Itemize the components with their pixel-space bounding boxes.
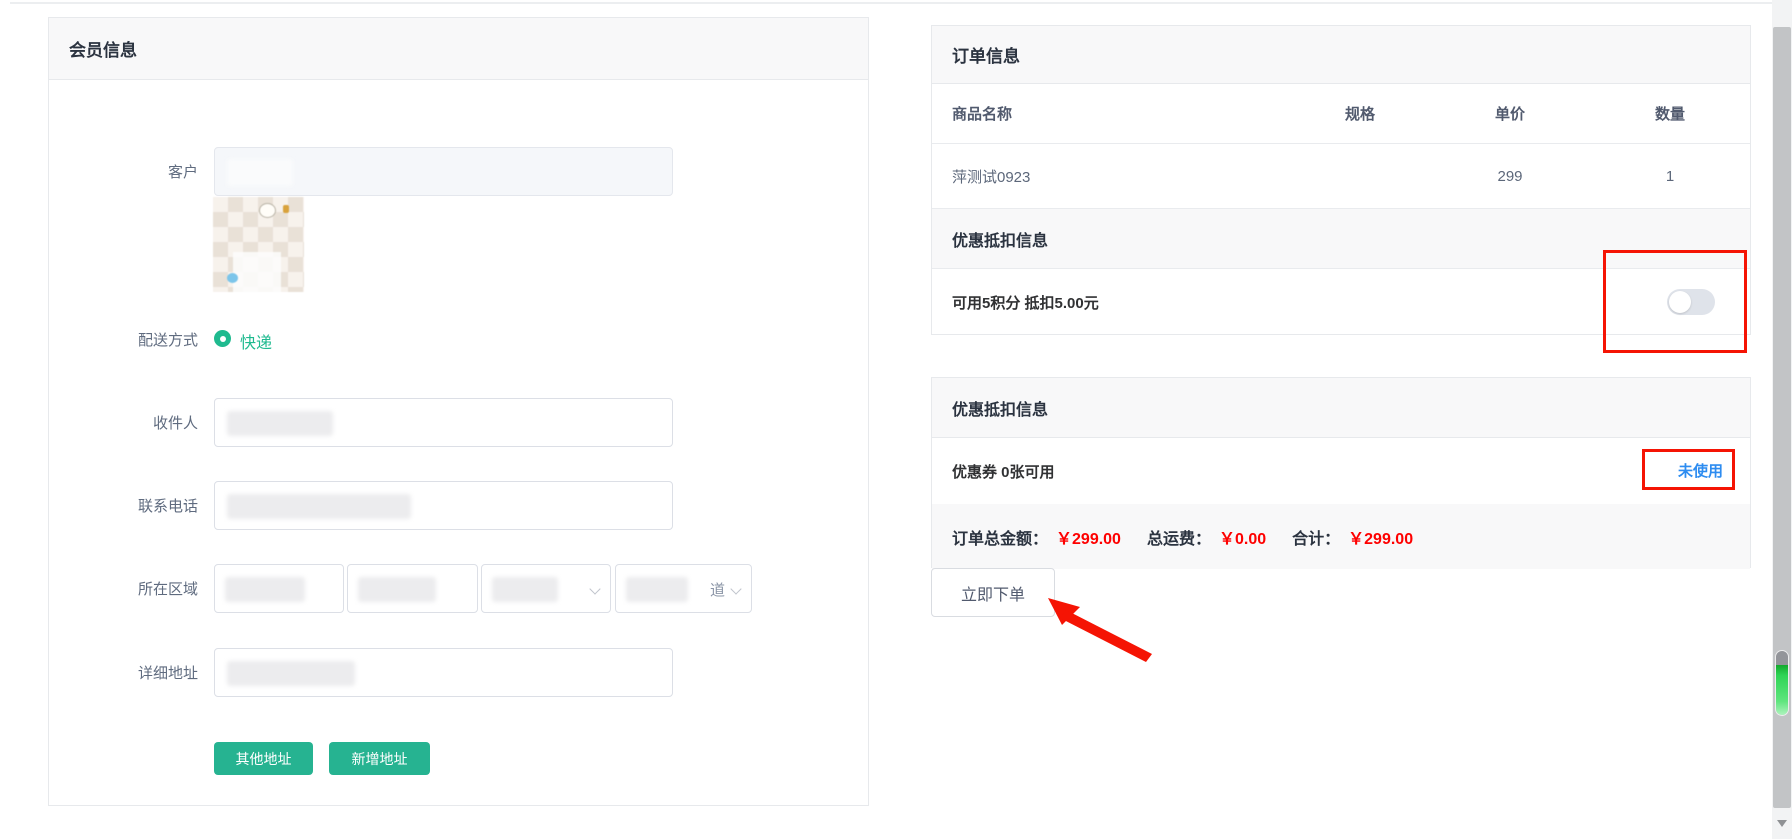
chevron-down-icon bbox=[591, 585, 600, 594]
street-value-fragment: 道 bbox=[710, 579, 725, 600]
district-value-redacted bbox=[492, 577, 558, 602]
city-value-redacted bbox=[358, 577, 436, 602]
product-name-cell: 萍测试0923 bbox=[932, 166, 1290, 187]
recipient-input[interactable] bbox=[214, 398, 673, 447]
delivery-method-label: 配送方式 bbox=[68, 329, 198, 350]
total-label: 订单总金额： bbox=[952, 525, 1048, 549]
avatar-blur-block bbox=[233, 252, 281, 292]
member-card-header: 会员信息 bbox=[49, 18, 868, 80]
region-city-select[interactable] bbox=[347, 564, 478, 613]
place-order-button[interactable]: 立即下单 bbox=[931, 568, 1055, 617]
scroll-progress-body bbox=[1776, 665, 1788, 716]
quantity-cell: 1 bbox=[1590, 168, 1750, 185]
chevron-down-icon bbox=[732, 585, 741, 594]
shipping-value: ￥0.00 bbox=[1219, 525, 1266, 549]
address-label: 详细地址 bbox=[68, 662, 198, 683]
delivery-express-label[interactable]: 快递 bbox=[240, 329, 272, 353]
coupon-card-header: 优惠抵扣信息 bbox=[932, 378, 1750, 438]
avatar-face-detail bbox=[259, 203, 276, 218]
coupon-card: 优惠抵扣信息 优惠券 0张可用 未使用 订单总金额： ￥299.00 总运费： … bbox=[931, 377, 1751, 568]
avatar-spark-detail bbox=[283, 205, 289, 213]
customer-input[interactable] bbox=[214, 147, 673, 196]
region-district-select[interactable] bbox=[481, 564, 611, 613]
page-top-divider bbox=[10, 2, 1772, 4]
order-table-row: 萍测试0923 299 1 bbox=[932, 144, 1750, 209]
annotation-box-toggle bbox=[1603, 250, 1747, 353]
order-summary-row: 订单总金额： ￥299.00 总运费： ￥0.00 合计： ￥299.00 bbox=[932, 504, 1750, 569]
unit-price-cell: 299 bbox=[1430, 168, 1590, 185]
coupon-text: 优惠券 0张可用 bbox=[952, 461, 1055, 482]
coupon-card-title: 优惠抵扣信息 bbox=[952, 396, 1048, 420]
shipping-label: 总运费： bbox=[1147, 525, 1211, 549]
customer-avatar bbox=[213, 197, 304, 292]
avatar-blue-dot bbox=[227, 273, 238, 283]
region-street-select[interactable]: 道 bbox=[615, 564, 752, 613]
order-card-header: 订单信息 bbox=[932, 26, 1750, 84]
delivery-express-radio[interactable] bbox=[214, 330, 231, 347]
points-text: 可用5积分 抵扣5.00元 bbox=[952, 292, 1099, 313]
street-value-redacted bbox=[626, 577, 688, 602]
col-product-name: 商品名称 bbox=[932, 103, 1290, 124]
member-card-title: 会员信息 bbox=[69, 36, 137, 61]
phone-label: 联系电话 bbox=[68, 495, 198, 516]
coupon-row: 优惠券 0张可用 bbox=[932, 438, 1750, 504]
scroll-progress-indicator bbox=[1775, 650, 1789, 716]
customer-value-redacted bbox=[227, 159, 293, 186]
member-info-card: 会员信息 客户 配送方式 快递 收件人 联系电话 所在区域 道 详细地址 其他地… bbox=[48, 17, 869, 806]
address-value-redacted bbox=[227, 661, 355, 686]
add-address-button[interactable]: 新增地址 bbox=[329, 742, 430, 775]
province-value-redacted bbox=[225, 577, 305, 602]
discount-section-title: 优惠抵扣信息 bbox=[952, 227, 1048, 251]
recipient-value-redacted bbox=[227, 411, 333, 436]
region-province-select[interactable] bbox=[214, 564, 344, 613]
other-address-button[interactable]: 其他地址 bbox=[214, 742, 313, 775]
phone-input[interactable] bbox=[214, 481, 673, 530]
region-label: 所在区域 bbox=[68, 578, 198, 599]
col-unit-price: 单价 bbox=[1430, 103, 1590, 124]
scroll-progress-cap bbox=[1776, 651, 1788, 665]
order-table-header: 商品名称 规格 单价 数量 bbox=[932, 84, 1750, 144]
address-input[interactable] bbox=[214, 648, 673, 697]
order-card-title: 订单信息 bbox=[952, 42, 1020, 67]
customer-label: 客户 bbox=[68, 161, 198, 182]
page-scrollbar[interactable] bbox=[1772, 0, 1792, 839]
col-quantity: 数量 bbox=[1590, 103, 1750, 124]
total-value: ￥299.00 bbox=[1056, 525, 1121, 549]
phone-value-redacted bbox=[227, 494, 411, 519]
sum-value: ￥299.00 bbox=[1348, 525, 1413, 549]
recipient-label: 收件人 bbox=[68, 412, 198, 433]
annotation-arrow bbox=[1040, 592, 1160, 664]
scrollbar-down-arrow-icon[interactable] bbox=[1777, 820, 1787, 827]
annotation-box-coupon-status bbox=[1642, 449, 1735, 490]
col-spec: 规格 bbox=[1290, 103, 1430, 124]
sum-label: 合计： bbox=[1292, 525, 1340, 549]
